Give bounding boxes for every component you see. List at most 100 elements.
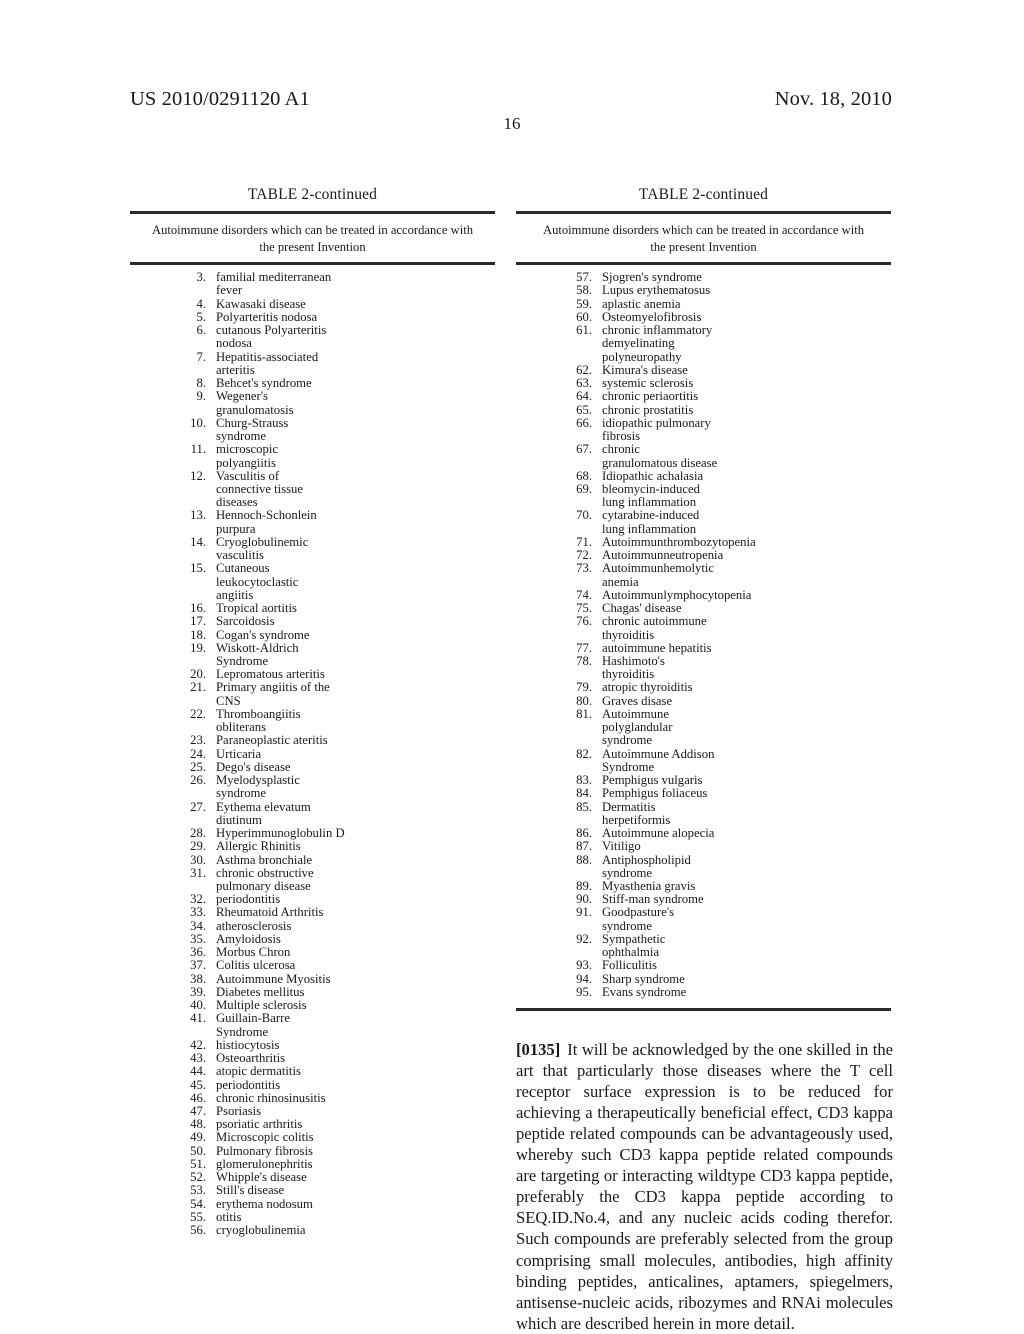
entry-label: Kimura's disease (602, 362, 891, 377)
table-row: 28. Hyperimmunoglobulin D (130, 826, 495, 840)
table-entries-right: 57. Sjogren's syndrome 58. Lupus erythemato… (516, 265, 891, 999)
entry-label: Cryoglobulinemic vasculitis (216, 534, 495, 562)
entry-label-line: Vasculitis of (216, 468, 280, 483)
entry-label: psoriatic arthritis (216, 1117, 495, 1132)
table-row: 47. Psoriasis (130, 1104, 495, 1118)
entry-label-line: Morbus Chron (216, 945, 291, 960)
table-row: 83. Pemphigus vulgaris (516, 773, 891, 787)
table-row: 41. Guillain-Barre Syndrome (130, 1011, 495, 1039)
entry-label: atherosclerosis (216, 919, 495, 933)
page-number: 16 (503, 114, 521, 133)
entry-label-line: lung inflammation (602, 521, 697, 536)
entry-label: Autoimmunthrombozytopenia (602, 534, 891, 549)
entry-label: Churg-Strauss syndrome (216, 416, 495, 443)
entry-number: 20. (190, 667, 206, 682)
table-row: 26. Myelodysplastic syndrome (130, 773, 495, 800)
entry-label: Allergic Rhinitis (216, 840, 495, 853)
table-row: 50. Pulmonary fibrosis (130, 1144, 495, 1158)
table-row: 67. chronic granulomatous disease (516, 443, 891, 470)
entry-label: chronic prostatitis (602, 403, 891, 417)
entry-label-line: Myelodysplastic (216, 773, 300, 788)
table-row: 15. Cutaneous leukocytoclastic angiitis (130, 562, 495, 602)
table-row: 76. chronic autoimmune thyroiditis (516, 615, 891, 642)
table-row: 48. psoriatic arthritis (130, 1117, 495, 1132)
table-entries-left: 3. familial mediterranean fever 4. Kawasaki … (130, 265, 495, 1237)
entry-label-line: Lepromatous arteritis (216, 667, 325, 682)
table-row: 45. periodontitis (130, 1078, 495, 1092)
entry-label: periodontitis (216, 892, 495, 907)
entry-label-line: Colitis ulcerosa (216, 958, 296, 973)
entry-number: 61. (576, 323, 592, 338)
entry-label: histiocytosis (216, 1038, 495, 1052)
entry-label-line: Stiff-man syndrome (602, 892, 704, 907)
entry-label: Vitiligo (602, 840, 891, 853)
entry-number: 9. (196, 389, 206, 404)
entry-label-line: Syndrome (216, 654, 269, 669)
table-row: 74. Autoimmunlymphocytopenia (516, 588, 891, 602)
table-subhead-line-1: Autoimmune disorders which can be treate… (151, 223, 474, 237)
table-row: 87. Vitiligo (516, 840, 891, 853)
entry-label-line: chronic periaortitis (602, 389, 699, 404)
entry-number: 26. (190, 773, 206, 788)
table-row: 69. bleomycin-induced lung inflammation (516, 482, 891, 510)
entry-label-line: psoriatic arthritis (216, 1117, 303, 1132)
entry-number: 7. (196, 349, 206, 364)
entry-number: 85. (576, 799, 592, 814)
entry-label-line: fever (216, 283, 243, 298)
table-row: 7. Hepatitis-associated arteritis (130, 349, 495, 377)
table-row: 65. chronic prostatitis (516, 403, 891, 417)
entry-label-line: Cutaneous (216, 561, 270, 576)
entry-label: erythema nodosum (216, 1197, 495, 1211)
entry-label-line: periodontitis (216, 892, 281, 907)
entry-label-line: Whipple's disease (216, 1170, 307, 1185)
entry-number: 42. (190, 1037, 206, 1052)
entry-label: Colitis ulcerosa (216, 959, 495, 972)
entry-label: cryoglobulinemia (216, 1223, 495, 1237)
entry-label-line: chronic obstructive (216, 865, 314, 880)
table-row: 59. aplastic anemia (516, 296, 891, 311)
table-row: 72. Autoimmunneutropenia (516, 548, 891, 562)
entry-label: Still's disease (216, 1184, 495, 1197)
entry-label-line: purpura (216, 521, 256, 536)
table-rule-bottom-right (516, 1008, 891, 1012)
entry-label: chronic rhinosinusitis (216, 1091, 495, 1105)
entry-number: 3. (196, 270, 206, 285)
entry-label-line: aplastic anemia (602, 296, 681, 311)
table-row: 4. Kawasaki disease (130, 297, 495, 311)
table-row: 20. Lepromatous arteritis (130, 668, 495, 681)
entry-label: aplastic anemia (602, 296, 891, 311)
entry-label-line: lung inflammation (602, 495, 697, 510)
table-row: 10. Churg-Strauss syndrome (130, 416, 495, 443)
entry-label-line: fibrosis (602, 429, 641, 444)
entry-label-line: Behcet's syndrome (216, 376, 312, 391)
entry-number: 41. (190, 1011, 206, 1026)
entry-label-line: Cryoglobulinemic (216, 534, 309, 549)
table-row: 90. Stiff-man syndrome (516, 892, 891, 907)
table-row: 61. chronic inflammatory demyelinating poly… (516, 323, 891, 364)
table-row: 58. Lupus erythematosus (516, 284, 891, 297)
table-subhead-line-1: Autoimmune disorders which can be treate… (542, 223, 865, 237)
entry-label-line: Kimura's disease (602, 362, 688, 377)
entry-label-line: Osteomyelofibrosis (602, 309, 702, 324)
entry-label-line: Eythema elevatum (216, 799, 311, 814)
entry-number: 57. (576, 270, 592, 285)
entry-label-line: thyroiditis (602, 627, 655, 642)
table-subhead-line-2: the present Invention (259, 239, 366, 254)
entry-label-line: polyglandular (602, 720, 673, 735)
entry-label-line: Autoimmunthrombozytopenia (602, 534, 756, 549)
entry-label-line: thyroiditis (602, 667, 655, 682)
entry-label-line: angiitis (216, 587, 254, 602)
entry-label-line: Amyloidosis (216, 931, 281, 946)
entry-label-line: Primary angiitis of the (216, 680, 330, 695)
entry-label-line: granulomatous disease (602, 455, 718, 470)
entry-label: Behcet's syndrome (216, 376, 495, 391)
table-caption-left: TABLE 2-continued (247, 186, 378, 203)
entry-label: Osteomyelofibrosis (602, 309, 891, 324)
entry-label-line: anemia (602, 574, 639, 589)
table-row: 84. Pemphigus foliaceus (516, 787, 891, 800)
entry-label: Hepatitis-associated arteritis (216, 350, 495, 377)
table-row: 13. Hennoch-Schonlein purpura (130, 509, 495, 536)
table-row: 94. Sharp syndrome (516, 972, 891, 986)
table-row: 52. Whipple's disease (130, 1170, 495, 1185)
entry-label-line: Tropical aortitis (216, 601, 297, 616)
